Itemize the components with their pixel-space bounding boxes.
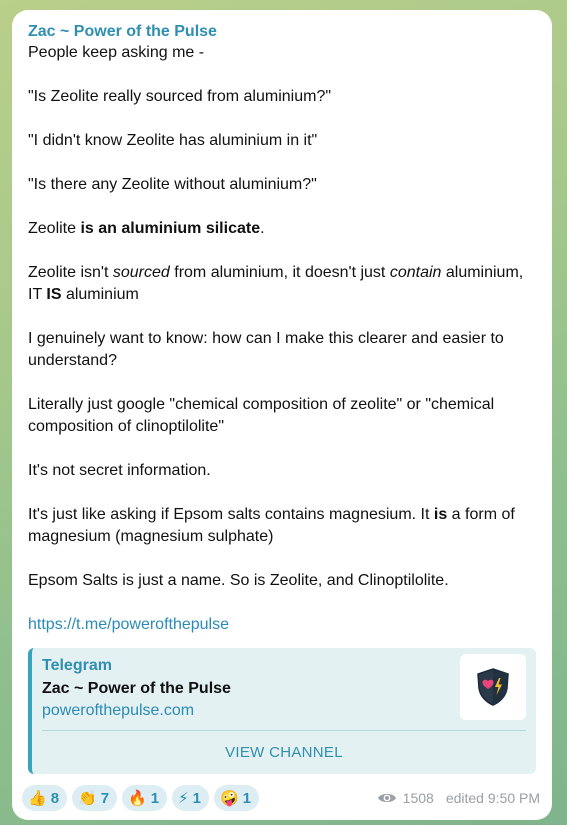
text-run: Zeolite isn't [28,264,113,281]
message-paragraph: "Is there any Zeolite without aluminium?… [28,174,536,196]
bold-text: is [433,506,448,523]
message-paragraph: Epsom Salts is just a name. So is Zeolit… [28,570,536,592]
preview-title: Zac ~ Power of the Pulse [42,680,231,697]
text-run: from aluminium, it doesn't just [169,264,390,281]
message-meta: 1508 edited 9:50 PM [377,790,540,806]
message-footer: 👍 8 👏 7 🔥 1 ⚡ 1 🤪 1 1508 edited 9:50 PM [22,784,540,812]
text-run: "I didn't know Zeolite has aluminium in … [28,132,318,149]
edited-timestamp: edited 9:50 PM [445,790,540,806]
sender-name[interactable]: Zac ~ Power of the Pulse [28,22,536,42]
text-run: "Is there any Zeolite without aluminium?… [28,176,317,193]
message-text: People keep asking me - "Is Zeolite reall… [28,42,536,592]
view-count: 1508 [402,790,434,806]
lightning-icon: ⚡ [178,788,189,807]
italic-text: sourced [112,264,170,281]
message-paragraph: People keep asking me - [28,42,536,64]
channel-link[interactable]: https://t.me/powerofthepulse [28,616,229,633]
clapping-hands-icon: 👏 [78,788,97,807]
italic-text: contain [389,264,442,281]
fire-icon: 🔥 [128,788,147,807]
eye-icon [377,793,396,803]
text-run: . [260,220,265,237]
reaction-fire[interactable]: 🔥 1 [122,785,168,811]
link-preview[interactable]: Telegram Zac ~ Power of the Pulse powero… [28,648,536,774]
preview-thumbnail[interactable] [460,654,526,720]
reaction-count: 7 [100,789,110,807]
zany-face-icon: 🤪 [219,788,239,807]
message-paragraph: Zeolite isn't sourced from aluminium, it… [28,262,536,306]
message-paragraph: "Is Zeolite really sourced from aluminiu… [28,86,536,108]
message-paragraph: It's not secret information. [28,460,536,482]
message-paragraph: Literally just google "chemical composit… [28,394,536,438]
preview-domain[interactable]: powerofthepulse.com [42,700,524,722]
text-run: It's not secret information. [28,462,211,479]
preview-site-name: Telegram [42,657,112,674]
text-run: It's just like asking if Epsom salts con… [28,506,434,523]
message-paragraph: Zeolite is an aluminium silicate. [28,218,536,240]
reaction-clapping-hands[interactable]: 👏 7 [72,785,118,811]
reaction-count: 1 [150,789,160,807]
text-run: People keep asking me - [28,44,205,61]
preview-divider [42,730,526,731]
bold-text: is an aluminium silicate [80,220,261,237]
message-paragraph: "I didn't know Zeolite has aluminium in … [28,130,536,152]
reaction-count: 1 [242,789,252,807]
reactions-bar: 👍 8 👏 7 🔥 1 ⚡ 1 🤪 1 [22,785,260,811]
message-bubble: Zac ~ Power of the Pulse People keep ask… [12,10,552,820]
reaction-lightning[interactable]: ⚡ 1 [172,785,209,811]
thumbs-up-icon: 👍 [28,788,47,807]
shield-heart-lightning-icon [477,668,509,706]
reaction-count: 8 [50,789,60,807]
reaction-thumbs-up[interactable]: 👍 8 [22,785,68,811]
text-run: aluminium [61,286,139,303]
text-run: Literally just google "chemical composit… [28,396,495,435]
text-run: "Is Zeolite really sourced from aluminiu… [28,88,332,105]
text-run: I genuinely want to know: how can I make… [28,330,504,369]
reaction-count: 1 [192,789,201,807]
message-paragraph: It's just like asking if Epsom salts con… [28,504,536,548]
reaction-zany-face[interactable]: 🤪 1 [213,785,260,811]
view-channel-button[interactable]: VIEW CHANNEL [32,732,536,772]
text-run: Zeolite [28,220,81,237]
bold-text: IS [46,286,62,303]
message-paragraph: I genuinely want to know: how can I make… [28,328,536,372]
text-run: Epsom Salts is just a name. So is Zeolit… [28,572,449,589]
